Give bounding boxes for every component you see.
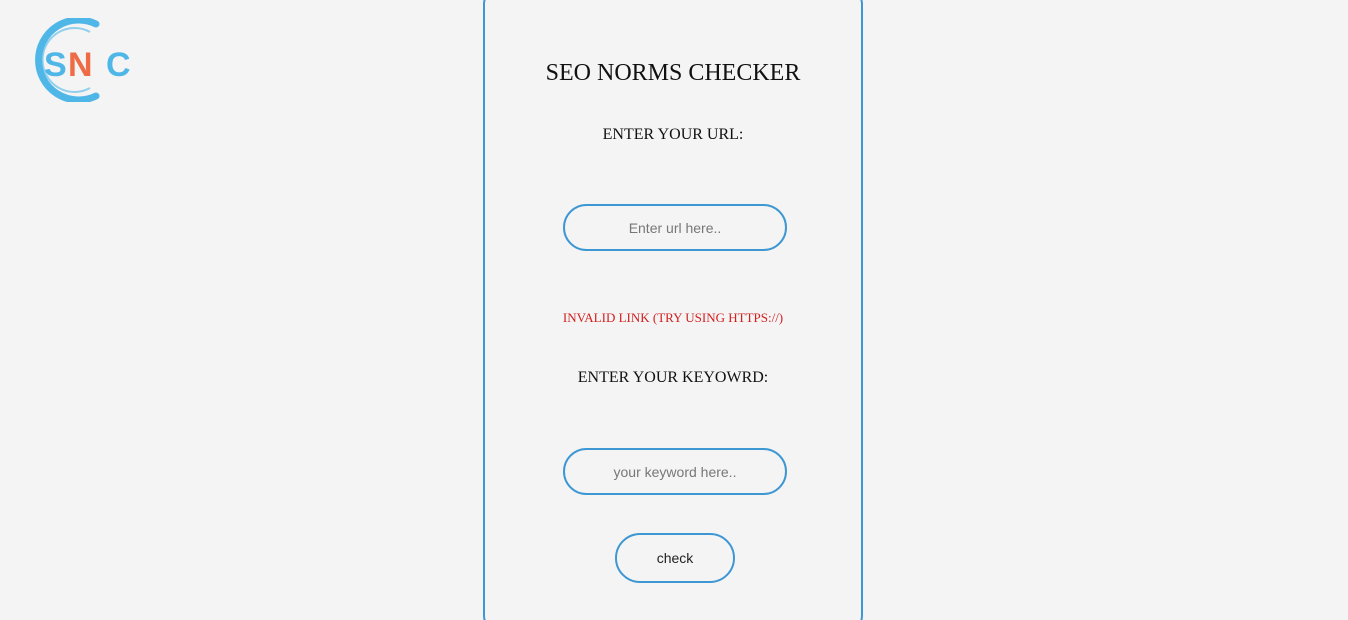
logo-letter-n: N [68, 46, 93, 84]
logo-letter-c: C [106, 46, 131, 84]
snc-logo[interactable]: S N C [22, 18, 146, 102]
invalid-link-error: INVALID LINK (TRY USING HTTPS://) [562, 310, 784, 325]
keyword-input[interactable] [563, 448, 787, 495]
snc-logo-graphic: S N C [35, 18, 131, 102]
url-label: ENTER YOUR URL: [602, 126, 744, 143]
page-title: SEO NORMS CHECKER [545, 60, 801, 86]
url-input[interactable] [563, 204, 787, 251]
seo-checker-card: SEO NORMS CHECKER ENTER YOUR URL: INVALI… [483, 0, 863, 620]
check-button[interactable]: check [615, 533, 735, 583]
keyword-label: ENTER YOUR KEYOWRD: [577, 369, 769, 386]
logo-letter-s: S [44, 46, 67, 84]
